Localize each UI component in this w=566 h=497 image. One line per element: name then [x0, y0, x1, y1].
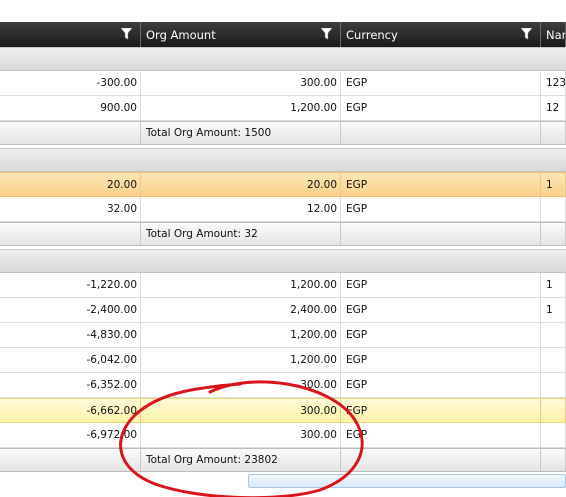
narration-cell[interactable] [541, 399, 566, 422]
org-amount-cell[interactable]: 20.00 [141, 173, 341, 196]
amount-cell[interactable]: -4,830.00 [0, 323, 141, 347]
table-row[interactable]: 32.00 12.00 EGP [0, 197, 566, 222]
currency-cell[interactable]: EGP [341, 197, 541, 221]
amount-cell[interactable]: -6,972.00 [0, 423, 141, 447]
amount-cell[interactable]: -1,220.00 [0, 273, 141, 297]
amount-cell[interactable]: 20.00 [0, 173, 141, 196]
org-amount-cell[interactable]: 1,200.00 [141, 96, 341, 120]
org-amount-cell[interactable]: 300.00 [141, 399, 341, 422]
org-amount-cell[interactable]: 2,400.00 [141, 298, 341, 322]
group-footer-row: Total Org Amount: 1500 [0, 121, 566, 145]
amount-cell[interactable]: -2,400.00 [0, 298, 141, 322]
narration-cell[interactable]: 12 [541, 96, 566, 120]
filter-funnel-icon[interactable] [521, 28, 532, 40]
footer-cell [0, 122, 141, 144]
column-header-currency[interactable]: Currency [341, 22, 541, 47]
table-row[interactable]: -300.00 300.00 EGP 123 [0, 71, 566, 96]
footer-cell [0, 223, 141, 245]
narration-cell[interactable]: 1 [541, 298, 566, 322]
narration-cell[interactable] [541, 348, 566, 372]
column-header-amount[interactable] [0, 22, 141, 47]
narration-cell[interactable] [541, 373, 566, 397]
column-header-narration[interactable]: Nar [541, 22, 566, 47]
table-row[interactable]: -6,352.00 300.00 EGP [0, 373, 566, 398]
org-amount-cell[interactable]: 12.00 [141, 197, 341, 221]
footer-cell [541, 122, 566, 144]
currency-cell[interactable]: EGP [341, 173, 541, 196]
group-footer-row: Total Org Amount: 32 [0, 222, 566, 246]
currency-cell[interactable]: EGP [341, 323, 541, 347]
currency-cell[interactable]: EGP [341, 348, 541, 372]
org-amount-cell[interactable]: 1,200.00 [141, 348, 341, 372]
org-amount-cell[interactable]: 1,200.00 [141, 273, 341, 297]
group-header-row[interactable] [0, 148, 566, 172]
column-header-label: Currency [346, 27, 398, 42]
currency-cell[interactable]: EGP [341, 273, 541, 297]
narration-cell[interactable] [541, 197, 566, 221]
currency-cell[interactable]: EGP [341, 96, 541, 120]
column-header-label: Org Amount [146, 27, 216, 42]
filter-funnel-icon[interactable] [121, 28, 132, 40]
narration-cell[interactable] [541, 323, 566, 347]
org-amount-cell[interactable]: 1,200.00 [141, 323, 341, 347]
amount-cell[interactable]: 900.00 [0, 96, 141, 120]
amount-cell[interactable]: -6,662.00 [0, 399, 141, 422]
footer-cell [341, 449, 541, 471]
footer-cell [341, 122, 541, 144]
currency-cell[interactable]: EGP [341, 298, 541, 322]
column-header-row: Org Amount Currency Nar [0, 22, 566, 47]
table-row-highlighted[interactable]: -6,662.00 300.00 EGP [0, 398, 566, 423]
group-header-row[interactable] [0, 249, 566, 273]
amount-cell[interactable]: -6,042.00 [0, 348, 141, 372]
amount-cell[interactable]: -300.00 [0, 71, 141, 95]
table-row[interactable]: -6,972.00 300.00 EGP [0, 423, 566, 448]
table-row[interactable]: -4,830.00 1,200.00 EGP [0, 323, 566, 348]
footer-cell [541, 449, 566, 471]
currency-cell[interactable]: EGP [341, 399, 541, 422]
currency-cell[interactable]: EGP [341, 71, 541, 95]
filter-funnel-icon[interactable] [321, 28, 332, 40]
footer-cell [541, 223, 566, 245]
group-total-label: Total Org Amount: 1500 [141, 122, 341, 144]
amount-cell[interactable]: 32.00 [0, 197, 141, 221]
column-header-label: Nar [546, 27, 566, 42]
data-grid: Org Amount Currency Nar -300.00 300.00 E… [0, 0, 566, 497]
column-header-org-amount[interactable]: Org Amount [141, 22, 341, 47]
narration-cell[interactable] [541, 423, 566, 447]
footer-cell [0, 449, 141, 471]
table-row[interactable]: 900.00 1,200.00 EGP 12 [0, 96, 566, 121]
group-total-label: Total Org Amount: 23802 [141, 449, 341, 471]
currency-cell[interactable]: EGP [341, 373, 541, 397]
org-amount-cell[interactable]: 300.00 [141, 71, 341, 95]
narration-cell[interactable]: 1 [541, 173, 566, 196]
table-row[interactable]: -6,042.00 1,200.00 EGP [0, 348, 566, 373]
narration-cell[interactable]: 123 [541, 71, 566, 95]
footer-cell [341, 223, 541, 245]
org-amount-cell[interactable]: 300.00 [141, 373, 341, 397]
table-row[interactable]: -2,400.00 2,400.00 EGP 1 [0, 298, 566, 323]
group-total-label: Total Org Amount: 32 [141, 223, 341, 245]
group-header-row[interactable] [0, 47, 566, 71]
table-row-selected[interactable]: 20.00 20.00 EGP 1 [0, 172, 566, 197]
horizontal-scrollbar-thumb[interactable] [248, 474, 566, 488]
narration-cell[interactable]: 1 [541, 273, 566, 297]
group-footer-row: Total Org Amount: 23802 [0, 448, 566, 472]
currency-cell[interactable]: EGP [341, 423, 541, 447]
table-row[interactable]: -1,220.00 1,200.00 EGP 1 [0, 273, 566, 298]
org-amount-cell[interactable]: 300.00 [141, 423, 341, 447]
amount-cell[interactable]: -6,352.00 [0, 373, 141, 397]
